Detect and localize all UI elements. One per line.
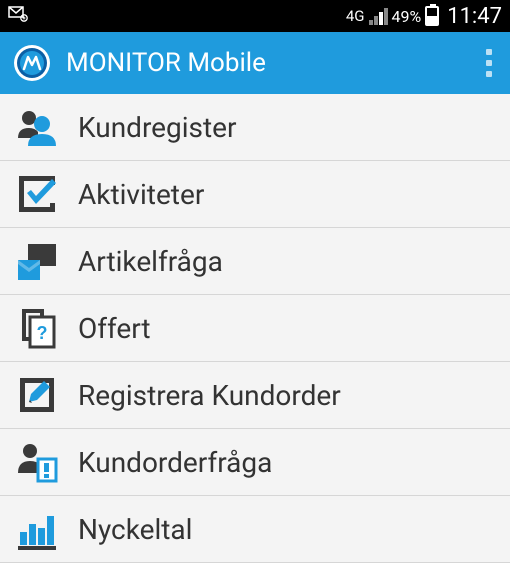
status-right: 4G 49% 11:47 — [346, 4, 502, 29]
menu-item-label: Kundregister — [78, 111, 237, 144]
menu-item-nyckeltal[interactable]: Nyckeltal — [0, 496, 510, 563]
menu-item-label: Registrera Kundorder — [78, 379, 341, 412]
app-logo-icon — [12, 43, 52, 83]
overflow-menu-icon[interactable] — [480, 43, 498, 83]
menu-item-kundorderfraga[interactable]: Kundorderfråga — [0, 429, 510, 496]
menu-item-label: Kundorderfråga — [78, 446, 272, 479]
menu-item-kundregister[interactable]: Kundregister — [0, 94, 510, 161]
clock: 11:47 — [447, 4, 502, 29]
status-left — [8, 6, 28, 27]
menu-item-label: Artikelfråga — [78, 245, 223, 278]
menu-item-aktiviteter[interactable]: Aktiviteter — [0, 161, 510, 228]
check-icon — [14, 171, 60, 217]
menu-item-artikelfraga[interactable]: Artikelfråga — [0, 228, 510, 295]
network-label: 4G — [346, 7, 365, 25]
offer-icon: ? — [14, 305, 60, 351]
app-bar: MONITOR Mobile — [0, 32, 510, 94]
status-bar: 4G 49% 11:47 — [0, 0, 510, 32]
article-icon — [14, 238, 60, 284]
menu-item-label: Aktiviteter — [78, 178, 204, 211]
users-icon — [14, 104, 60, 150]
app-title: MONITOR Mobile — [66, 48, 480, 78]
register-icon — [14, 372, 60, 418]
mail-icon — [8, 6, 28, 27]
battery-icon — [425, 6, 439, 26]
main-menu-list: Kundregister Aktiviteter Artikelfråga ? — [0, 94, 510, 563]
order-query-icon — [14, 439, 60, 485]
menu-item-label: Offert — [78, 312, 151, 345]
battery-percent: 49% — [392, 7, 422, 26]
signal-icon — [369, 8, 388, 25]
bars-icon — [14, 506, 60, 552]
svg-text:?: ? — [37, 323, 48, 343]
menu-item-offert[interactable]: ? Offert — [0, 295, 510, 362]
menu-item-label: Nyckeltal — [78, 513, 192, 546]
menu-item-registrera-kundorder[interactable]: Registrera Kundorder — [0, 362, 510, 429]
